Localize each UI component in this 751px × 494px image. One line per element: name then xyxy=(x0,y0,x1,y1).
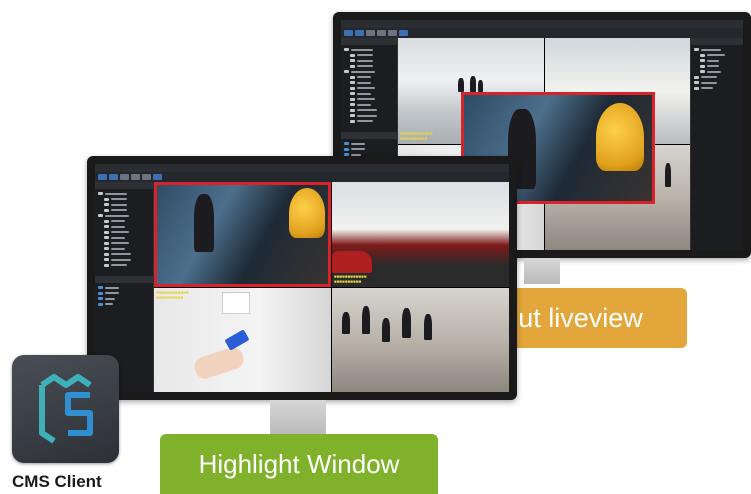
highlight-toolbar xyxy=(95,172,509,182)
layout-1x1-icon[interactable] xyxy=(344,30,353,36)
tree-item[interactable] xyxy=(694,86,740,92)
layout-3x3-icon[interactable] xyxy=(366,30,375,36)
highlight-monitor: ■■■■■■■■■■■■ ■■■■■■■■■■ ■■■■■■■■■■■■ ■■■■■… xyxy=(87,156,517,400)
app-name: CMS Client xyxy=(12,472,102,491)
tree-item[interactable] xyxy=(98,263,150,269)
fullscreen-icon[interactable] xyxy=(153,174,162,180)
popout-titlebar xyxy=(341,20,743,28)
camera-tile[interactable] xyxy=(332,287,509,392)
right-panel-header xyxy=(691,38,743,45)
highlight-window-border xyxy=(154,182,331,287)
layout-4x4-icon[interactable] xyxy=(131,174,140,180)
fullscreen-icon[interactable] xyxy=(399,30,408,36)
layout-4x4-icon[interactable] xyxy=(377,30,386,36)
layout-2x2-icon[interactable] xyxy=(109,174,118,180)
popout-right-panel xyxy=(690,38,743,250)
device-tree-header xyxy=(341,38,397,45)
cms-logo-glyph xyxy=(39,374,93,444)
highlight-monitor-neck xyxy=(270,400,326,436)
layout-custom-icon[interactable] xyxy=(388,30,397,36)
camera-tile[interactable]: ■■■■■■■■■■■■ ■■■■■■■■■■ xyxy=(332,182,509,287)
views-header xyxy=(341,132,397,139)
highlight-screen: ■■■■■■■■■■■■ ■■■■■■■■■■ ■■■■■■■■■■■■ ■■■■■… xyxy=(95,164,509,392)
layout-1x1-icon[interactable] xyxy=(98,174,107,180)
popout-monitor-neck xyxy=(524,258,560,284)
tree-item[interactable] xyxy=(98,302,150,308)
popout-toolbar xyxy=(341,28,743,38)
camera-tile[interactable]: ■■■■■■■■■■■■ ■■■■■■■■■■ xyxy=(154,287,331,392)
layout-2x2-icon[interactable] xyxy=(355,30,364,36)
highlight-window-badge: Highlight Window xyxy=(160,434,438,494)
cms-logo-icon xyxy=(12,355,119,463)
highlight-titlebar xyxy=(95,164,509,172)
camera-tile[interactable] xyxy=(154,182,331,287)
highlight-window-label: Highlight Window xyxy=(198,448,400,479)
tree-item[interactable] xyxy=(344,119,394,125)
layout-3x3-icon[interactable] xyxy=(120,174,129,180)
camera-osd: ■■■■■■■■■■■■ ■■■■■■■■■■ xyxy=(334,273,367,284)
device-tree-header xyxy=(95,182,153,189)
camera-osd: ■■■■■■■■■■■■ ■■■■■■■■■■ xyxy=(400,130,433,141)
highlight-video-grid: ■■■■■■■■■■■■ ■■■■■■■■■■ ■■■■■■■■■■■■ ■■■■■… xyxy=(154,182,509,392)
camera-osd: ■■■■■■■■■■■■ ■■■■■■■■■■ xyxy=(156,289,189,300)
layout-custom-icon[interactable] xyxy=(142,174,151,180)
views-header xyxy=(95,276,153,283)
